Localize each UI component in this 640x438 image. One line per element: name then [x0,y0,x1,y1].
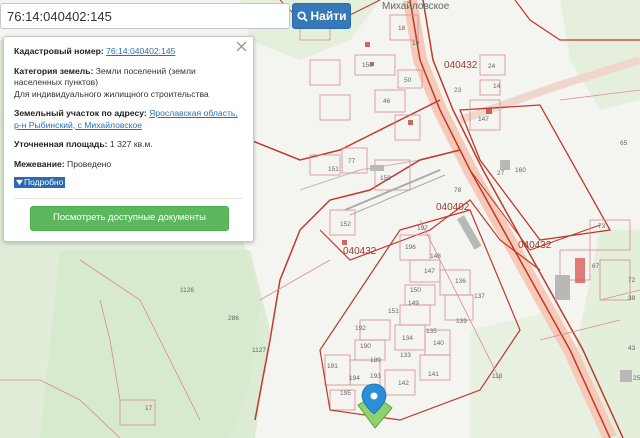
area-row: Уточненная площадь: 1 327 кв.м. [14,139,243,151]
parcel-number-label: 147 [424,268,435,275]
more-details-link[interactable]: Подробно [14,176,66,188]
parcel-number-label: 72 [628,277,636,284]
parcel-number-label: 78 [454,187,462,194]
cadastral-label: Кадастровый номер: [14,46,104,56]
parcel-number-label: 189 [370,357,381,364]
parcel-number-label: 17 [145,405,153,412]
parcel-number-label: 139 [456,318,467,325]
quarter-number-label: 040432 [343,246,377,257]
parcel-number-label: 77 [348,158,356,165]
parcel-number-label: 65 [620,140,628,147]
parcel-number-label: 136 [455,278,466,285]
parcel-number-label: 140 [433,340,444,347]
search-input[interactable] [0,3,290,29]
address-label: Земельный участок по адресу: [14,108,147,118]
parcel-number-label: 147 [478,116,489,123]
address-row: Земельный участок по адресу: Ярославская… [14,108,243,131]
parcel-number-label: 194 [349,375,360,382]
parcel-number-label: 150 [362,62,373,69]
parcel-number-label: 191 [327,363,338,370]
survey-row: Межевание: Проведено [14,159,243,171]
parcel-number-label: 27 [497,170,505,177]
parcel-number-label: 190 [360,343,371,350]
search-button[interactable]: Найти [292,3,351,29]
parcel-number-label: 24 [488,63,496,70]
parcel-number-label: 159 [380,175,391,182]
parcel-number-label: 1127 [252,347,266,354]
search-button-label: Найти [310,9,347,23]
parcel-number-label: 195 [340,390,351,397]
area-value: 1 327 кв.м. [109,139,153,149]
parcel-number-label: 135 [426,328,437,335]
cadastral-link[interactable]: 76:14:040402:145 [106,46,175,56]
parcel-number-label: 118 [492,373,503,380]
quarter-number-label: 040402 [436,202,470,213]
parcel-number-label: 50 [404,77,412,84]
parcel-number-label: 197 [417,225,428,232]
quarter-number-label: 040432 [444,60,478,71]
parcel-number-label: 73 [598,223,606,230]
category-label: Категория земель: [14,65,94,76]
parcel-info-popup: Кадастровый номер: 76:14:040402:145 Кате… [3,36,254,242]
cadastral-row: Кадастровый номер: 76:14:040402:145 [14,46,243,58]
search-icon [296,10,308,22]
survey-value: Проведено [67,158,112,169]
parcel-number-label: 46 [383,98,391,105]
parcel-number-label: 67 [592,263,600,270]
locality-label: Михайловское [382,1,450,12]
view-documents-button[interactable]: Посмотреть доступные документы [30,205,229,231]
close-icon[interactable] [236,41,247,52]
parcel-number-label: 142 [398,380,409,387]
divider [14,197,243,199]
survey-label: Межевание: [14,158,65,169]
parcel-number-label: 152 [340,221,351,228]
parcel-number-label: 193 [370,373,381,380]
parcel-number-label: 14 [493,83,501,90]
parcel-number-label: 18 [398,25,406,32]
parcel-number-label: 151 [328,166,339,173]
parcel-number-label: 160 [515,167,526,174]
area-label: Уточненная площадь: [14,139,108,149]
parcel-number-label: 148 [430,253,441,260]
parcel-number-label: 141 [428,371,439,378]
quarter-number-label: 040432 [518,240,552,251]
parcel-number-label: 133 [400,352,411,359]
more-details-label: Подробно [24,176,64,187]
parcel-number-label: 151 [388,308,399,315]
parcel-number-label: 23 [454,87,462,94]
parcel-number-label: 192 [355,325,366,332]
parcel-number-label: 196 [405,244,416,251]
caret-down-icon [16,179,23,186]
category-row: Категория земель: Земли поселений (земли… [14,66,243,101]
parcel-number-label: 286 [228,315,239,322]
parcel-number-label: 1126 [180,287,194,294]
parcel-number-label: 19 [412,40,420,47]
parcel-number-label: 25 [633,375,640,382]
parcel-number-label: 150 [410,287,421,294]
parcel-number-label: 43 [628,345,636,352]
use-value: Для индивидуального жилищного строительс… [14,88,209,99]
parcel-number-label: 137 [474,293,485,300]
search-bar [0,3,290,29]
parcel-number-label: 134 [402,335,413,342]
parcel-number-label: 149 [408,300,419,307]
parcel-number-label: 38 [628,295,636,302]
